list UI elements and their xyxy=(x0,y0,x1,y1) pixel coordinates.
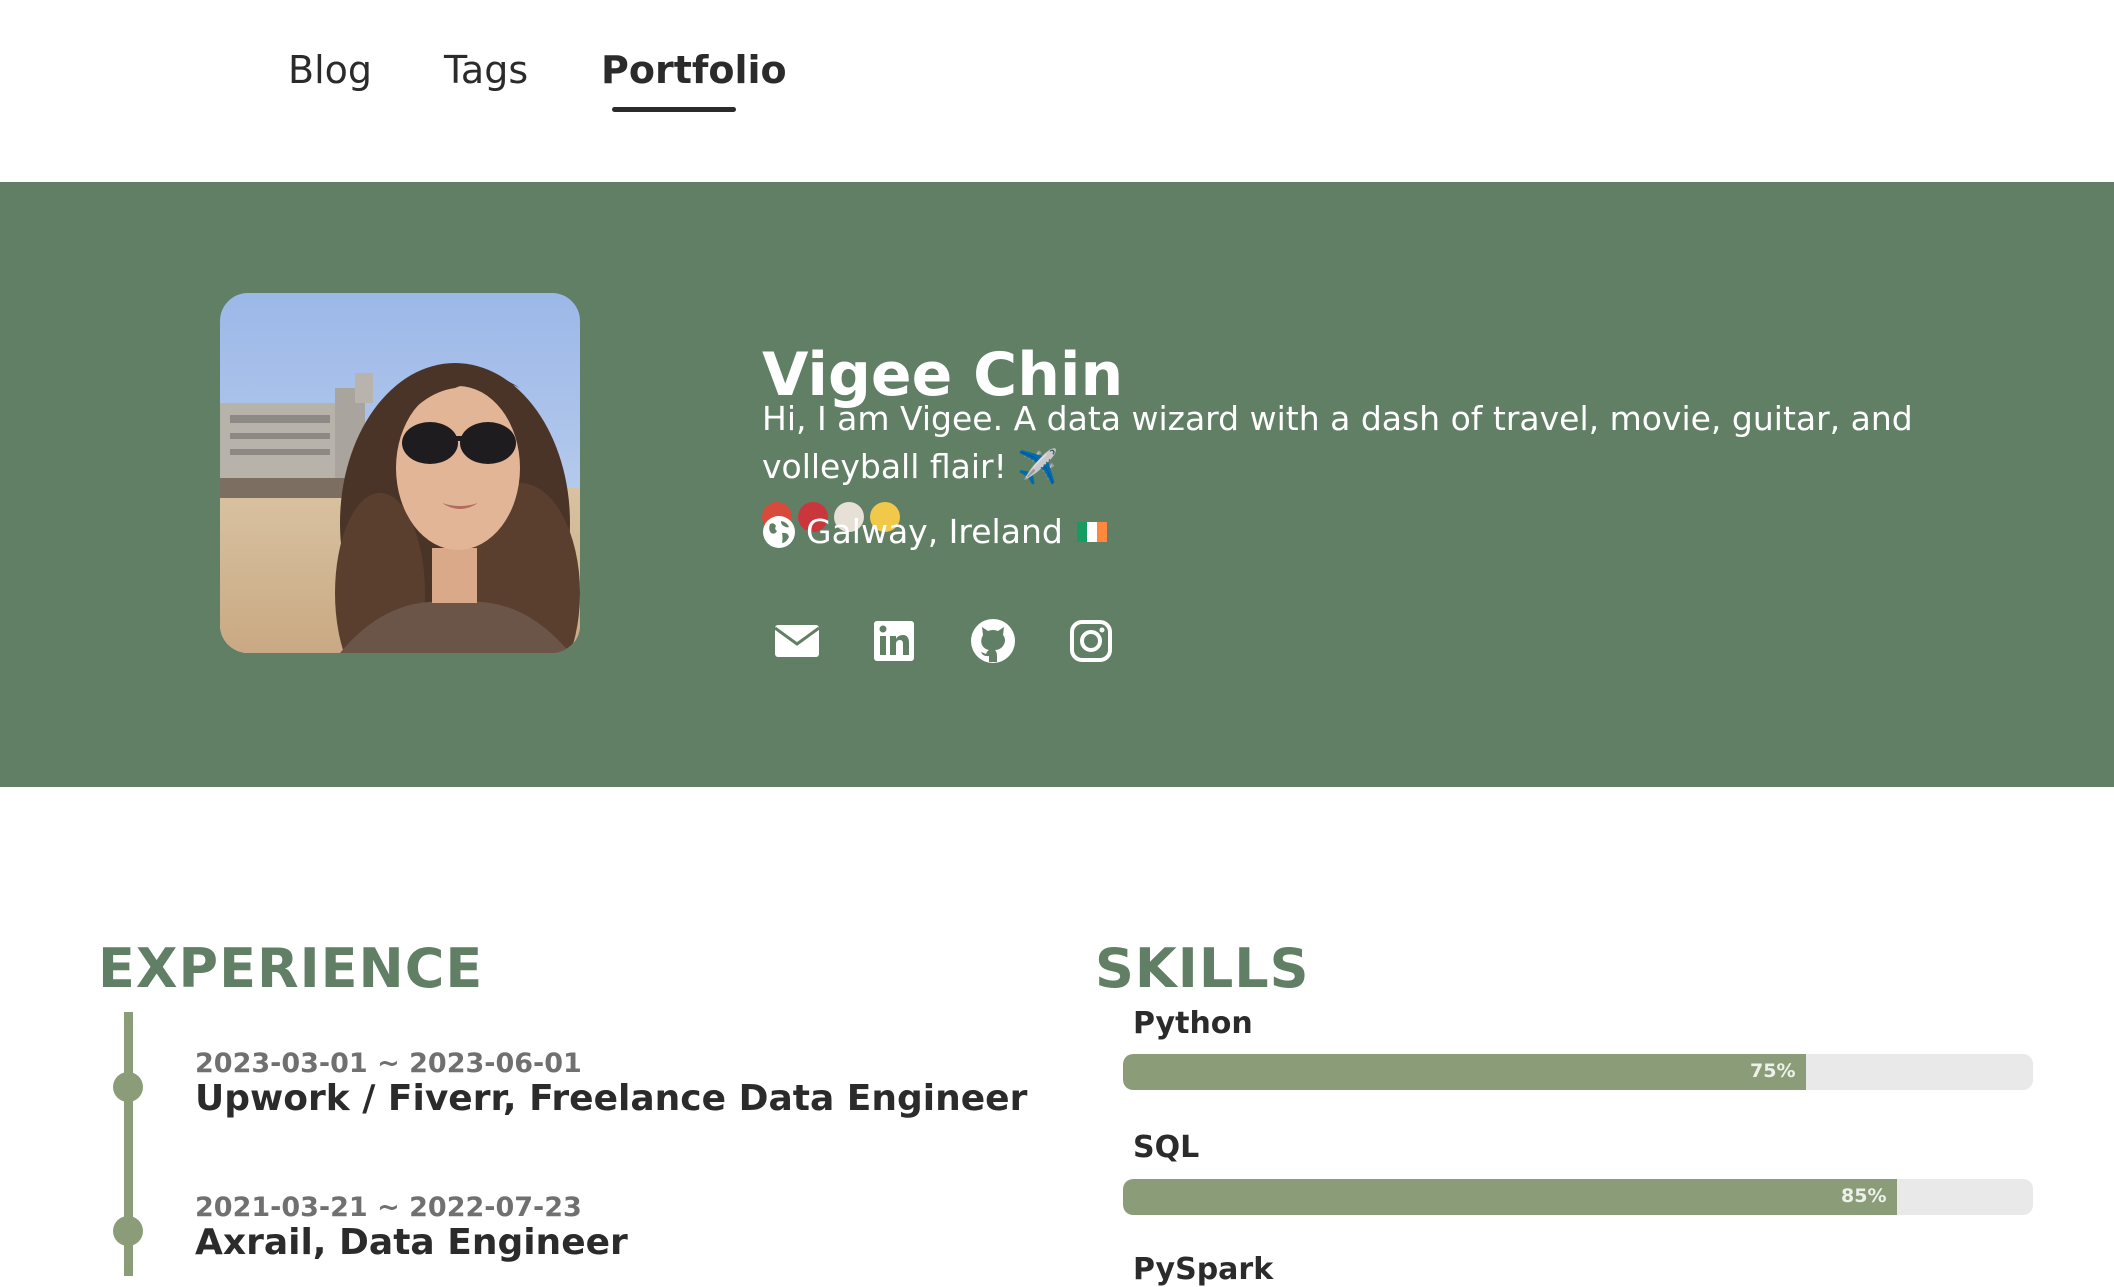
linkedin-icon[interactable] xyxy=(866,613,922,669)
timeline-dot xyxy=(113,1216,143,1246)
skill-bar-sql: 85% xyxy=(1123,1179,2033,1215)
skill-name-python: Python xyxy=(1133,1006,1253,1041)
profile-hero: Vigee Chin Hi, I am Vigee. A data wizard… xyxy=(0,182,2114,787)
experience-date: 2021-03-21 ~ 2022-07-23 xyxy=(195,1192,582,1223)
skill-name-pyspark: PySpark xyxy=(1133,1252,1274,1287)
skill-bar-python: 75% xyxy=(1123,1054,2033,1090)
instagram-icon[interactable] xyxy=(1063,613,1119,669)
experience-date: 2023-03-01 ~ 2023-06-01 xyxy=(195,1048,582,1079)
avatar-photo xyxy=(220,293,580,653)
experience-heading: EXPERIENCE xyxy=(98,936,484,1000)
ireland-flag-icon xyxy=(1076,521,1107,542)
skills-heading: SKILLS xyxy=(1095,936,1310,1000)
bio-text: Hi, I am Vigee. A data wizard with a das… xyxy=(762,399,1913,486)
nav-link-tags[interactable]: Tags xyxy=(444,48,528,92)
skill-percent-label: 75% xyxy=(1750,1060,1796,1082)
skill-bar-fill: 75% xyxy=(1123,1054,1806,1090)
skill-bar-fill: 85% xyxy=(1123,1179,1897,1215)
location-text: Galway, Ireland xyxy=(806,512,1063,551)
skill-percent-label: 85% xyxy=(1841,1185,1887,1207)
email-icon[interactable] xyxy=(769,613,825,669)
top-navigation: Blog Tags Portfolio xyxy=(0,0,2114,182)
active-nav-indicator xyxy=(612,107,736,112)
timeline-dot xyxy=(113,1072,143,1102)
github-icon[interactable] xyxy=(965,613,1021,669)
profile-avatar xyxy=(220,293,580,653)
nav-link-blog[interactable]: Blog xyxy=(288,48,372,92)
experience-title: Axrail, Data Engineer xyxy=(195,1222,628,1263)
globe-icon xyxy=(763,515,795,548)
experience-title: Upwork / Fiverr, Freelance Data Engineer xyxy=(195,1078,1028,1119)
skill-name-sql: SQL xyxy=(1133,1130,1200,1165)
profile-location: Galway, Ireland xyxy=(762,512,1107,551)
nav-link-portfolio[interactable]: Portfolio xyxy=(601,48,787,92)
